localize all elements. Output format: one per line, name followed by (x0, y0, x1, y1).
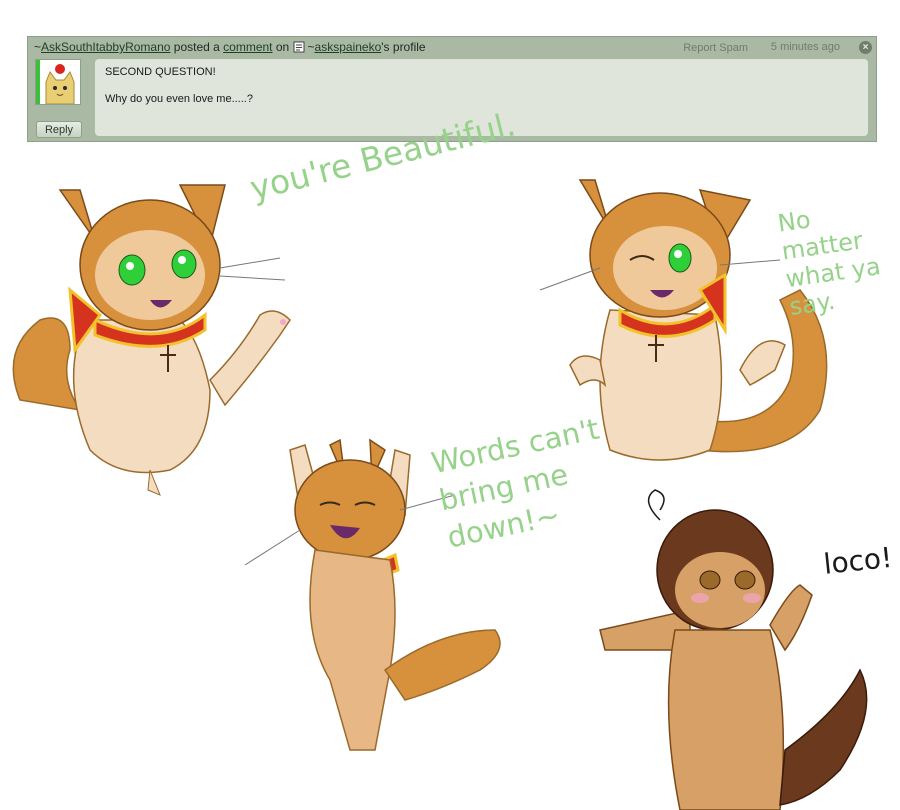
comment-text-line-1: SECOND QUESTION! (105, 66, 216, 78)
target-profile-link[interactable]: askspaineko (315, 40, 382, 54)
comment-text-line-2: Why do you even love me.....? (105, 93, 253, 105)
reply-button[interactable]: Reply (36, 121, 82, 138)
cat-drawing-happy (12, 184, 291, 496)
comment-link[interactable]: comment (223, 40, 272, 54)
close-icon[interactable]: × (859, 41, 872, 54)
avatar[interactable] (35, 59, 81, 105)
target-tilde: ~ (307, 40, 315, 54)
report-spam-link[interactable]: Report Spam (683, 37, 748, 59)
profile-text: 's profile (381, 40, 426, 54)
author-link[interactable]: AskSouthItabbyRomano (41, 40, 170, 54)
caption-no-matter: No matter what ya say. (776, 205, 883, 321)
on-text: on (272, 40, 293, 54)
author-tilde: ~ (34, 40, 42, 54)
journal-icon (293, 41, 305, 53)
cat-drawing-brown (599, 489, 868, 810)
posted-text: posted a (170, 40, 224, 54)
comment-header: ~AskSouthItabbyRomano posted a comment o… (28, 37, 876, 57)
avatar-cat-icon (36, 60, 75, 104)
comment-timestamp: 5 minutes ago (770, 41, 840, 53)
